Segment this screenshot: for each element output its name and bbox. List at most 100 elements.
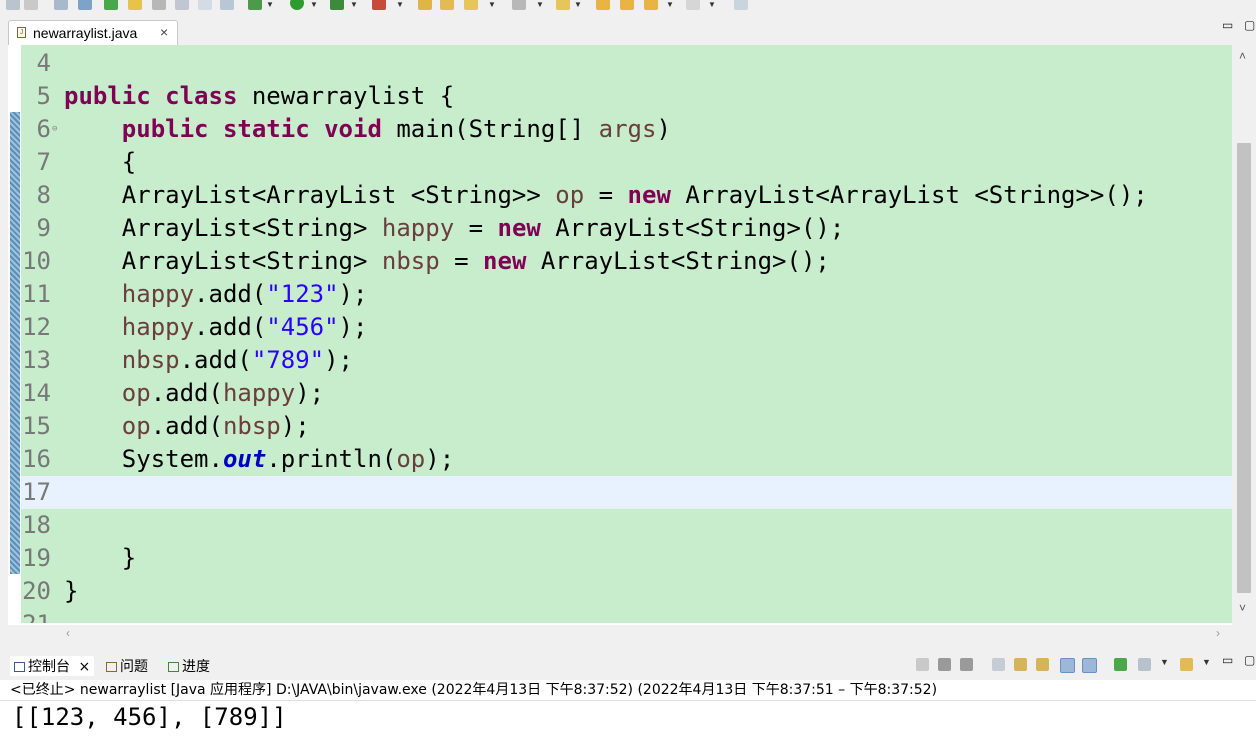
code-area[interactable]: 4 5 public class newarraylist {6 ⊖ public s… [21,45,1232,623]
maximize-icon[interactable]: ▢ [1244,18,1255,32]
editor-tab[interactable]: J newarraylist.java × [8,20,178,45]
toolbar-disconnect-icon[interactable] [175,0,189,10]
close-icon[interactable]: × [160,24,168,40]
code-line[interactable]: 11 happy.add("123"); [21,278,1232,311]
minimize-icon[interactable]: ▭ [1222,18,1233,32]
toolbar-search-icon[interactable] [54,0,68,10]
console-maximize-icon[interactable]: ▢ [1244,653,1255,667]
code-line[interactable]: 6 ⊖ public static void main(String[] args… [21,113,1232,146]
console-minimize-icon[interactable]: ▭ [1222,653,1233,667]
code-line[interactable]: 9 ArrayList<String> happy = new ArrayLis… [21,212,1232,245]
code-token: ) [656,115,671,143]
toolbar-step-icon[interactable] [104,0,118,10]
toolbar-pilcrow-icon[interactable] [220,0,234,10]
line-number: 15 [22,412,51,440]
scroll-lock-icon[interactable] [1014,658,1027,671]
code-line[interactable]: 17 [21,476,1232,509]
toolbar-folder-icon[interactable] [440,0,454,10]
show-on-output-icon[interactable] [1060,658,1075,673]
code-token: .add( [150,379,223,407]
fold-toggle-icon[interactable]: ⊖ [52,113,57,146]
code-token: static [222,115,310,143]
toolbar-terminate-icon[interactable] [152,0,166,10]
code-line[interactable]: 5 public class newarraylist { [21,80,1232,113]
code-token: nbsp [121,346,180,374]
code-line[interactable]: 18 [21,509,1232,542]
code-token: ); [338,313,368,341]
console-output[interactable]: [[123, 456], [789]] [0,700,1256,749]
scroll-down-icon[interactable]: ˅ [1239,601,1246,615]
code-token: class [165,82,238,110]
open-console-dropdown-icon[interactable]: ▼ [1202,657,1211,667]
code-line[interactable]: 12 happy.add("456"); [21,311,1232,344]
pin-console-icon[interactable] [1114,658,1127,671]
toolbar-annotation-icon[interactable] [464,0,478,10]
scroll-thumb[interactable] [1237,143,1251,593]
remove-launch-icon[interactable] [938,658,951,671]
horizontal-scrollbar[interactable]: ‹ › [8,625,1224,645]
console-icon [14,662,25,672]
code-line[interactable]: 15 op.add(nbsp); [21,410,1232,443]
show-on-error-icon[interactable] [1082,658,1097,673]
toolbar-next-annotation-icon[interactable] [556,0,570,10]
code-token: { [64,148,137,176]
code-line[interactable]: 20} [21,575,1232,608]
word-wrap-icon[interactable] [1036,658,1049,671]
scroll-left-icon[interactable]: ‹ [66,626,70,640]
toolbar-doc-icon[interactable] [198,0,212,10]
close-icon[interactable]: × [78,659,90,675]
toolbar-external-tools-icon[interactable] [372,0,386,10]
toolbar-highlight-icon[interactable] [128,0,142,10]
toolbar-next-edit-icon[interactable] [686,0,700,10]
vertical-scrollbar[interactable]: ˄ ˅ [1232,45,1256,625]
toolbar-run-icon[interactable] [290,0,304,10]
scroll-up-icon[interactable]: ˄ [1239,49,1246,63]
line-number: 21 [21,608,51,623]
line-number: 10 [22,247,51,275]
code-text: } [64,542,136,575]
toolbar-settings-icon[interactable] [248,0,262,10]
code-text: op.add(nbsp); [64,410,310,443]
toolbar-forward-icon[interactable] [620,0,634,10]
toolbar-open-folder-icon[interactable] [418,0,432,10]
code-line[interactable]: 16 System.out.println(op); [21,443,1232,476]
code-line[interactable]: 8 ArrayList<ArrayList <String>> op = new… [21,179,1232,212]
code-editor[interactable]: 4 5 public class newarraylist {6 ⊖ public s… [8,45,1256,625]
code-line[interactable]: 19 } [21,542,1232,575]
tab-progress[interactable]: 进度 [168,656,210,676]
code-line[interactable]: 21 [21,608,1232,623]
display-console-icon[interactable] [1138,658,1151,671]
line-number: 13 [22,346,51,374]
code-line[interactable]: 14 op.add(happy); [21,377,1232,410]
toolbar-skip-icon[interactable] [24,0,38,10]
code-line[interactable]: 10 ArrayList<String> nbsp = new ArrayLis… [21,245,1232,278]
tab-console-label: 控制台 [28,659,70,675]
code-token: .add( [194,280,267,308]
code-line[interactable]: 13 nbsp.add("789"); [21,344,1232,377]
open-console-icon[interactable] [1180,658,1193,671]
toolbar-bug-icon[interactable] [78,0,92,10]
toolbar-coverage-icon[interactable] [330,0,344,10]
toolbar-task-icon[interactable] [512,0,526,10]
code-token: nbsp [381,247,440,275]
remove-all-terminated-icon[interactable] [960,658,973,671]
toolbar-maximize-view-icon[interactable] [734,0,748,10]
display-console-dropdown-icon[interactable]: ▼ [1160,657,1169,667]
code-token: .add( [179,346,252,374]
tab-problems[interactable]: 问题 [106,656,148,676]
code-line[interactable]: 7 { [21,146,1232,179]
terminate-icon[interactable] [916,658,929,671]
scroll-right-icon[interactable]: › [1216,626,1220,640]
clear-console-icon[interactable] [992,658,1005,671]
toolbar-debug-icon[interactable] [6,0,20,10]
code-token: ); [338,280,368,308]
code-text: ArrayList<String> happy = new ArrayList<… [64,212,845,245]
code-token: new [497,214,541,242]
toolbar-prev-edit-icon[interactable] [644,0,658,10]
code-line[interactable]: 4 [21,47,1232,80]
code-token: happy [121,280,195,308]
toolbar-back-icon[interactable] [596,0,610,10]
tab-console[interactable]: 控制台 × [10,656,95,676]
